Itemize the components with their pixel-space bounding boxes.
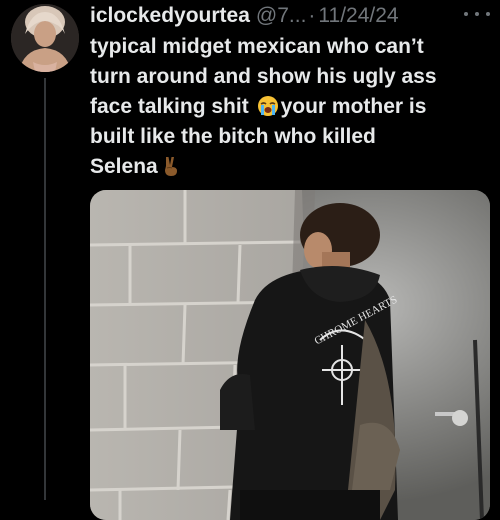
tweet-text-line: turn around and show his ugly ass bbox=[90, 65, 437, 88]
tweet-photo[interactable]: CHROME HEARTS bbox=[90, 190, 490, 520]
author-display-name[interactable]: iclockedyourtea bbox=[90, 4, 250, 28]
loudly-crying-face-emoji bbox=[257, 95, 279, 117]
author-handle[interactable]: @7... bbox=[256, 4, 307, 28]
tweet-text-line: Selena bbox=[90, 152, 490, 182]
tweet[interactable]: iclockedyourtea @7... · 11/24/24 typical… bbox=[0, 0, 500, 520]
tweet-text: typical midget mexican who can’t turn ar… bbox=[90, 32, 490, 182]
victory-hand-emoji bbox=[160, 155, 182, 177]
tweet-date[interactable]: 11/24/24 bbox=[318, 4, 398, 28]
tweet-text-segment: face talking shit bbox=[90, 95, 249, 118]
more-options-icon[interactable] bbox=[464, 5, 490, 23]
thread-line bbox=[44, 78, 46, 500]
tweet-text-line: typical midget mexican who can’t bbox=[90, 35, 424, 58]
tweet-text-line: face talking shit your mother is bbox=[90, 92, 490, 122]
photo-content: CHROME HEARTS bbox=[90, 190, 490, 520]
tweet-text-segment: your mother is bbox=[280, 95, 427, 118]
tweet-text-segment: Selena bbox=[90, 155, 158, 178]
header-separator: · bbox=[308, 4, 316, 27]
tweet-text-line: built like the bitch who killed bbox=[90, 125, 376, 148]
avatar-image bbox=[11, 4, 79, 72]
author-avatar[interactable] bbox=[11, 4, 79, 72]
tweet-header: iclockedyourtea @7... · 11/24/24 bbox=[90, 1, 490, 31]
